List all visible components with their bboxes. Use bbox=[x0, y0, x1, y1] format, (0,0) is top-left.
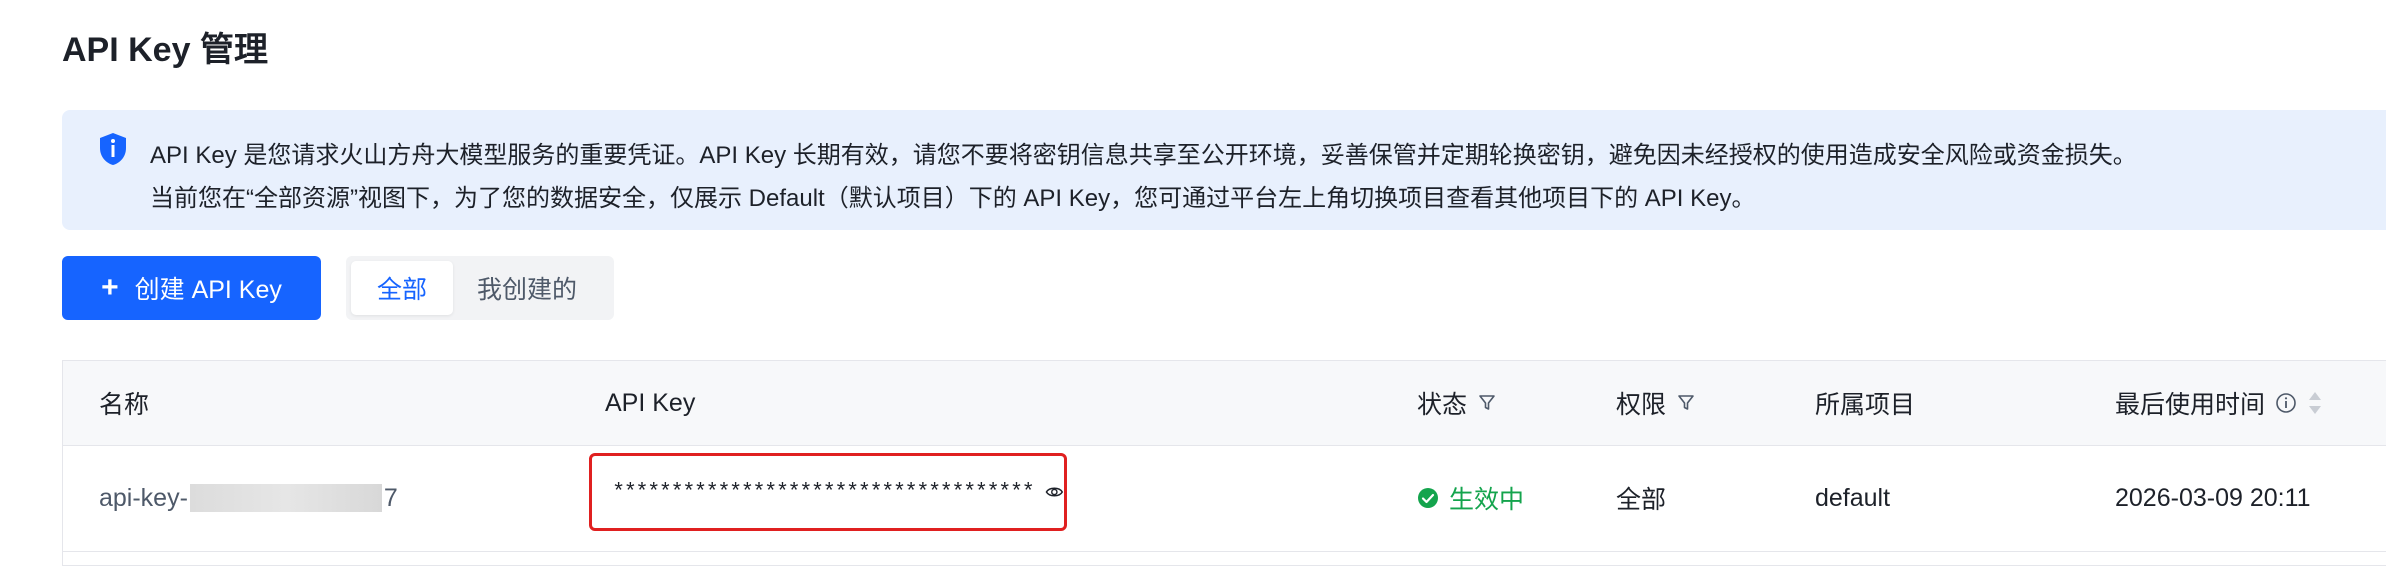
permission-cell: 全部 bbox=[1616, 486, 1667, 514]
check-circle-icon bbox=[1418, 488, 1438, 508]
filter-tabs: 全部 我创建的 bbox=[346, 256, 614, 320]
tab-created-by-me[interactable]: 我创建的 bbox=[457, 261, 597, 315]
column-header-project: 所属项目 bbox=[1815, 361, 1915, 445]
page-title: API Key 管理 bbox=[62, 31, 268, 69]
column-header-name: 名称 bbox=[99, 361, 149, 445]
column-header-last-used: 最后使用时间 bbox=[2115, 361, 2323, 445]
sort-icon[interactable] bbox=[2307, 390, 2323, 416]
column-header-name-label: 名称 bbox=[99, 391, 150, 419]
column-header-last-used-label: 最后使用时间 bbox=[2115, 391, 2266, 419]
eye-icon[interactable] bbox=[1045, 482, 1064, 502]
column-header-status: 状态 bbox=[1417, 361, 1497, 445]
info-circle-icon[interactable] bbox=[2275, 392, 2297, 414]
redacted-block bbox=[189, 484, 382, 512]
plus-icon: + bbox=[101, 271, 119, 304]
api-key-name-prefix: api-key- bbox=[99, 483, 188, 512]
status-cell: 生效中 bbox=[1417, 445, 1524, 551]
table-header: 名称 API Key 状态 权限 所属项目 最后使用时间 bbox=[63, 361, 2386, 446]
create-api-key-label: 创建 API Key bbox=[134, 276, 282, 304]
project-cell: default bbox=[1815, 483, 1891, 512]
info-shield-icon bbox=[100, 133, 126, 165]
info-notice: API Key 是您请求火山方舟大模型服务的重要凭证。API Key 长期有效，… bbox=[62, 110, 2386, 230]
table-row: api-key- 7 *****************************… bbox=[63, 445, 2386, 552]
notice-text-line1: API Key 是您请求火山方舟大模型服务的重要凭证。API Key 长期有效，… bbox=[150, 142, 2137, 169]
create-api-key-button[interactable]: + 创建 API Key bbox=[62, 256, 321, 320]
column-header-api-key: API Key bbox=[605, 361, 695, 445]
status-badge: 生效中 bbox=[1449, 486, 1525, 514]
api-key-name-cell: api-key- 7 bbox=[99, 445, 398, 551]
api-key-name-suffix: 7 bbox=[383, 483, 398, 512]
api-key-value-highlight: ************************************ bbox=[589, 453, 1067, 531]
column-header-permission: 权限 bbox=[1616, 361, 1696, 445]
status-filter-icon[interactable] bbox=[1477, 393, 1497, 413]
api-key-table: 名称 API Key 状态 权限 所属项目 最后使用时间 api-key- 7 … bbox=[62, 360, 2386, 566]
column-header-permission-label: 权限 bbox=[1616, 391, 1667, 419]
notice-text-line2: 当前您在“全部资源”视图下，为了您的数据安全，仅展示 Default（默认项目）… bbox=[150, 185, 1756, 212]
tab-all[interactable]: 全部 bbox=[351, 261, 453, 315]
column-header-status-label: 状态 bbox=[1417, 391, 1468, 419]
last-used-cell: 2026-03-09 20:11 bbox=[2115, 483, 2311, 512]
column-header-api-key-label: API Key bbox=[605, 388, 696, 417]
api-key-masked-value: ************************************ bbox=[612, 479, 1035, 505]
column-header-project-label: 所属项目 bbox=[1815, 391, 1916, 419]
permission-filter-icon[interactable] bbox=[1676, 393, 1696, 413]
